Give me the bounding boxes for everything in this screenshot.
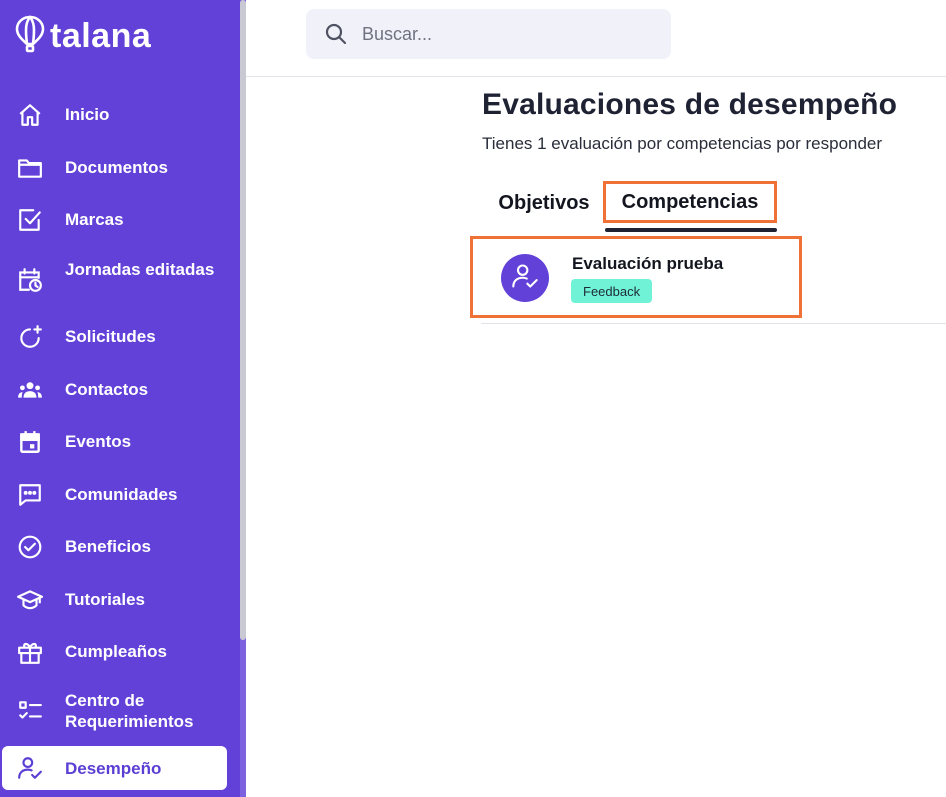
sidebar-item-tutoriales[interactable]: Tutoriales [0,584,228,616]
list-divider [481,323,946,324]
search-input[interactable] [362,9,662,59]
talana-logo[interactable]: talana [14,14,151,58]
sidebar-item-label: Eventos [65,432,132,451]
sidebar-item-centro-de-requerimientos[interactable]: Centro de Requerimientos [0,689,228,733]
sidebar-item-eventos[interactable]: Eventos [0,426,228,458]
sidebar-item-label: Tutoriales [65,590,145,609]
folder-icon [16,154,44,182]
page-subtitle: Tienes 1 evaluación por competencias por… [482,134,883,153]
sidebar-item-jornadas-editadas[interactable]: Jornadas editadas [0,258,228,302]
checklist-icon [16,697,44,725]
refresh-plus-icon [16,323,44,351]
evaluation-avatar [501,254,549,302]
sidebar-item-contactos[interactable]: Contactos [0,374,228,406]
sidebar-item-cumpleanos[interactable]: Cumpleaños [0,636,228,668]
sidebar-item-label: Comunidades [65,485,178,504]
home-icon [16,101,44,129]
balloon-icon [14,14,46,59]
gift-icon [16,638,44,666]
sidebar-item-desempeno[interactable]: Desempeño [2,746,227,790]
sidebar-item-label: Cumpleaños [65,642,168,661]
tab-competencias[interactable]: Competencias [603,181,777,223]
sidebar-item-beneficios[interactable]: Beneficios [0,531,228,563]
sidebar-item-label: Jornadas editadas [65,260,215,279]
people-icon [16,376,44,404]
sidebar-item-label: Contactos [65,380,149,399]
sidebar-item-marcas[interactable]: Marcas [0,204,228,236]
chat-icon [16,481,44,509]
sidebar-item-comunidades[interactable]: Comunidades [0,479,228,511]
active-tab-indicator [605,228,777,232]
sidebar: talana Inicio Documentos Marcas Jornadas… [0,0,246,797]
page-title: Evaluaciones de desempeño [482,88,898,121]
sidebar-item-label: Beneficios [65,537,151,556]
search-bar[interactable] [306,9,671,59]
evaluation-title: Evaluación prueba [572,254,724,273]
sidebar-item-label: Desempeño [65,759,162,778]
sidebar-item-documentos[interactable]: Documentos [0,152,228,184]
sidebar-item-label: Inicio [65,105,110,124]
evaluation-card[interactable]: Evaluación prueba Feedback [470,236,802,318]
sidebar-item-solicitudes[interactable]: Solicitudes [0,321,228,353]
search-icon [324,22,348,46]
check-circle-icon [16,533,44,561]
sidebar-item-label: Documentos [65,158,168,177]
checkbox-icon [16,206,44,234]
user-check-icon [16,754,44,782]
calendar-icon [16,428,44,456]
sidebar-scrollbar-thumb[interactable] [240,0,246,640]
tab-objetivos[interactable]: Objetivos [490,186,598,220]
logo-text: talana [50,16,152,55]
sidebar-item-label: Marcas [65,210,124,229]
user-check-icon [511,262,539,295]
calendar-clock-icon [16,266,44,294]
sidebar-item-label: Solicitudes [65,327,156,346]
sidebar-item-inicio[interactable]: Inicio [0,99,228,131]
top-header [246,0,946,77]
graduation-cap-icon [16,586,44,614]
evaluation-badge: Feedback [571,279,653,303]
sidebar-item-label: Centro de Requerimientos [65,691,194,731]
